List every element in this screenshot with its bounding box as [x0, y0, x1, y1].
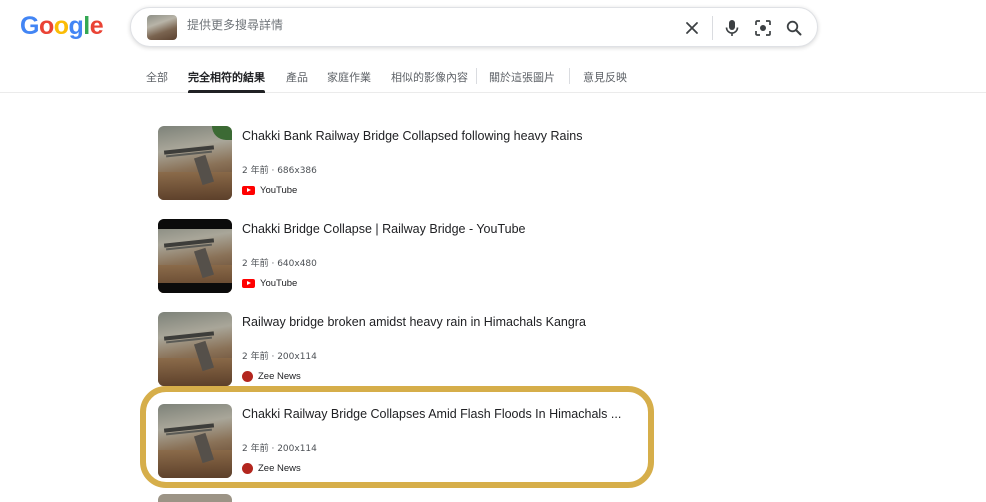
result-source[interactable]: YouTube	[242, 184, 297, 196]
next-result-thumbnail-peek	[158, 494, 232, 502]
result-title[interactable]: Chakki Bridge Collapse | Railway Bridge …	[242, 222, 638, 236]
tab-homework[interactable]: 家庭作業	[327, 69, 371, 91]
logo-letter: e	[89, 12, 104, 40]
result-age: 2 年前	[242, 444, 269, 454]
tab-visual-matches[interactable]: 相似的影像內容	[391, 69, 468, 91]
lens-icon[interactable]	[752, 17, 774, 39]
result-age: 2 年前	[242, 352, 269, 362]
youtube-icon	[242, 278, 255, 288]
tab-feedback[interactable]: 意見反映	[583, 69, 627, 91]
result-meta: 2 年前 · 200x114	[242, 441, 317, 454]
meta-separator: ·	[268, 259, 278, 269]
thumb-water	[158, 358, 232, 386]
tab-products[interactable]: 產品	[286, 69, 308, 91]
youtube-icon	[242, 185, 255, 195]
tab-all[interactable]: 全部	[146, 69, 168, 91]
result-item[interactable]: Chakki Bank Railway Bridge Collapsed fol…	[158, 126, 638, 200]
result-meta: 2 年前 · 640x480	[242, 256, 317, 269]
result-size: 640x480	[277, 259, 317, 269]
result-meta: 2 年前 · 200x114	[242, 349, 317, 362]
search-input[interactable]	[187, 18, 667, 32]
logo-letter: o	[38, 12, 54, 40]
result-source[interactable]: Zee News	[242, 462, 301, 474]
google-logo[interactable]: Google	[20, 12, 104, 41]
result-age: 2 年前	[242, 166, 269, 176]
thumb-foliage	[212, 126, 232, 140]
zee-news-icon	[242, 462, 253, 474]
result-title[interactable]: Chakki Railway Bridge Collapses Amid Fla…	[242, 407, 638, 421]
thumb-water	[158, 172, 232, 200]
result-age: 2 年前	[242, 259, 269, 269]
result-thumbnail[interactable]	[158, 312, 232, 386]
result-thumbnail[interactable]	[158, 404, 232, 478]
meta-separator: ·	[268, 166, 278, 176]
result-thumbnail[interactable]	[158, 126, 232, 200]
search-tabs: 全部 完全相符的結果 產品 家庭作業 相似的影像內容 關於這張圖片 意見反映	[0, 64, 986, 93]
tab-separator	[569, 68, 570, 84]
result-meta: 2 年前 · 686x386	[242, 163, 317, 176]
result-thumbnail[interactable]	[158, 219, 232, 293]
result-source-name: YouTube	[260, 277, 298, 289]
logo-letter: G	[20, 12, 39, 40]
microphone-icon[interactable]	[721, 17, 743, 39]
thumb-water	[158, 450, 232, 478]
result-size: 686x386	[277, 166, 317, 176]
result-title[interactable]: Chakki Bank Railway Bridge Collapsed fol…	[242, 129, 638, 143]
result-source-name: Zee News	[258, 370, 301, 382]
logo-letter: g	[68, 12, 84, 40]
close-icon[interactable]	[681, 17, 703, 39]
result-item[interactable]: Railway bridge broken amidst heavy rain …	[158, 312, 638, 386]
result-source[interactable]: Zee News	[242, 370, 301, 382]
tab-separator	[476, 68, 477, 84]
result-title[interactable]: Railway bridge broken amidst heavy rain …	[242, 315, 638, 329]
result-size: 200x114	[277, 444, 317, 454]
result-item[interactable]: Chakki Railway Bridge Collapses Amid Fla…	[158, 404, 638, 478]
tab-exact-matches[interactable]: 完全相符的結果	[188, 69, 265, 93]
thumb-water	[158, 265, 232, 293]
meta-separator: ·	[268, 444, 278, 454]
query-image-thumbnail[interactable]	[147, 15, 177, 40]
search-divider	[712, 16, 713, 40]
tab-about-this-image[interactable]: 關於這張圖片	[489, 69, 555, 91]
result-item[interactable]: Chakki Bridge Collapse | Railway Bridge …	[158, 219, 638, 293]
search-icon[interactable]	[783, 17, 805, 39]
search-box	[130, 7, 818, 47]
result-size: 200x114	[277, 352, 317, 362]
logo-letter: o	[53, 12, 69, 40]
result-source[interactable]: YouTube	[242, 277, 297, 289]
result-source-name: Zee News	[258, 462, 301, 474]
zee-news-icon	[242, 370, 253, 382]
result-source-name: YouTube	[260, 184, 298, 196]
meta-separator: ·	[268, 352, 278, 362]
